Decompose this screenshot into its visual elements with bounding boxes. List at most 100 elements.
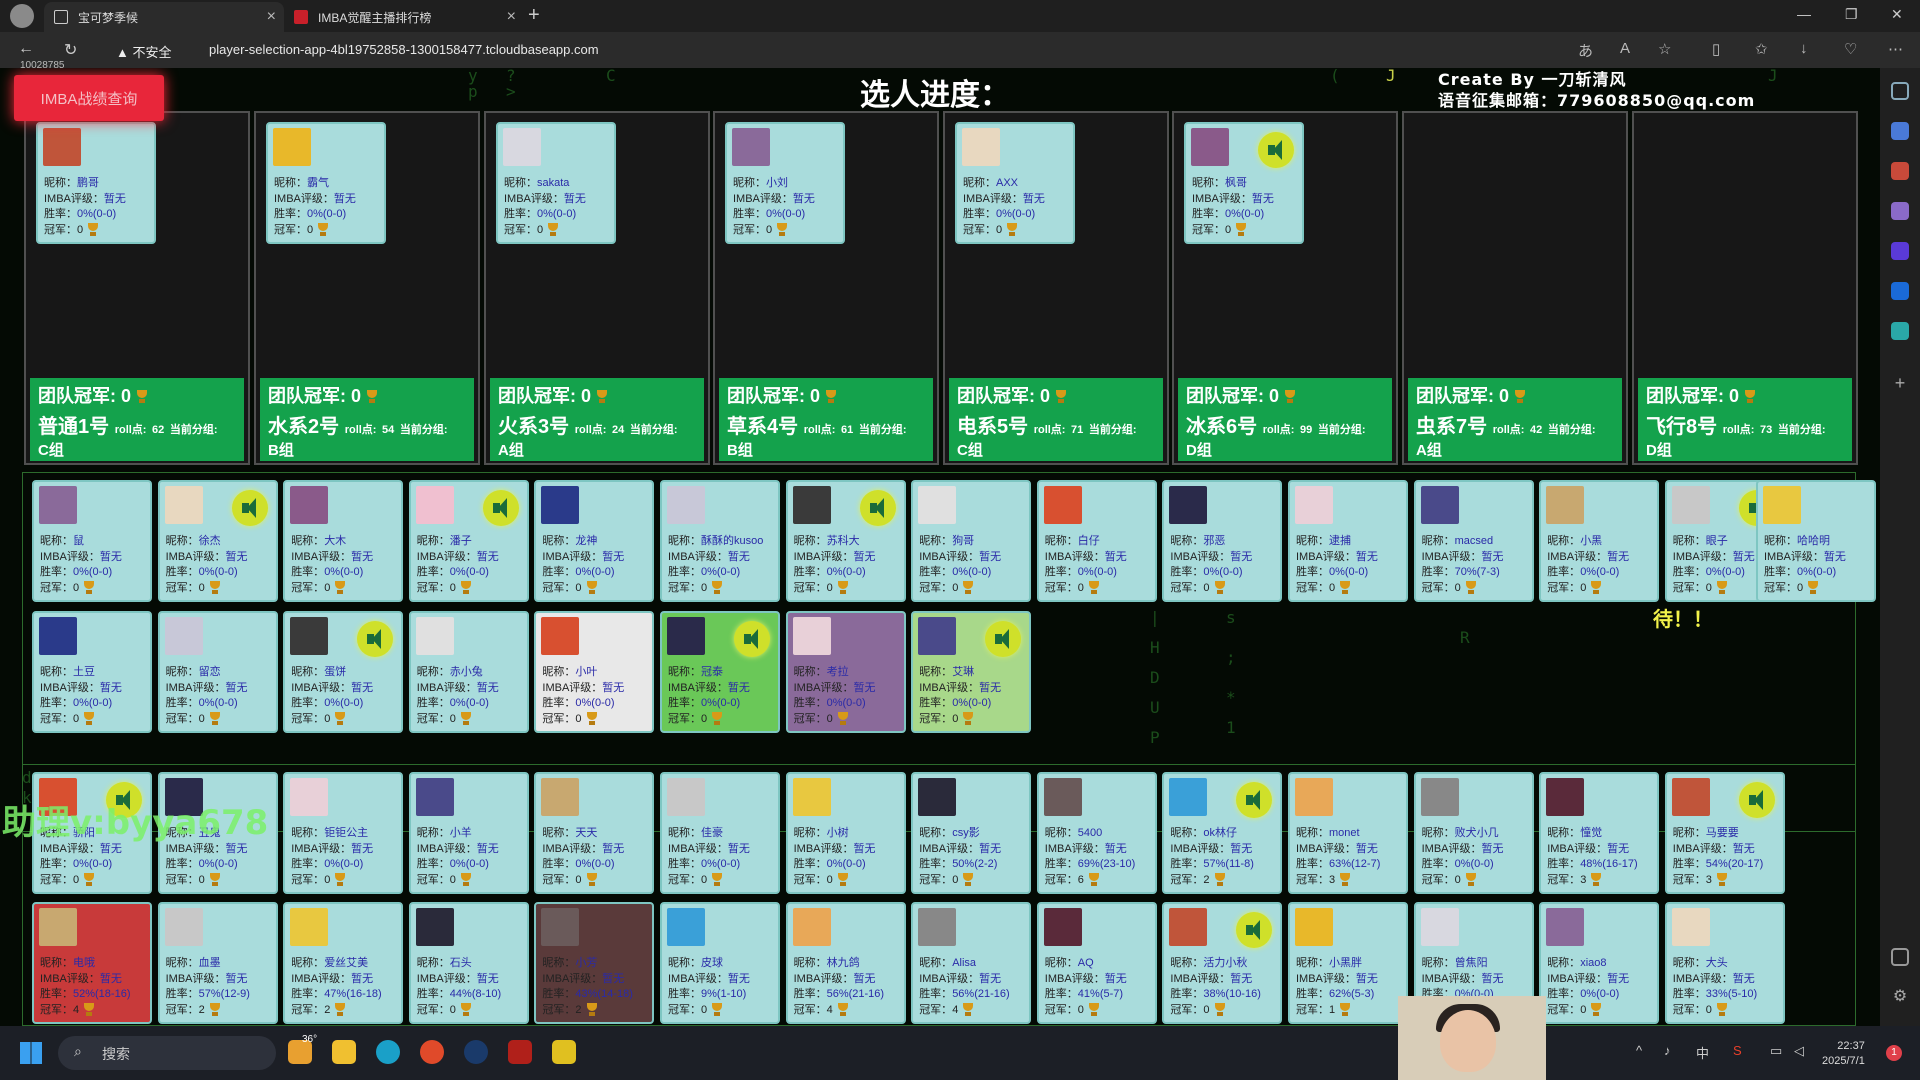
player-card[interactable]: 昵称：狗哥 IMBA评级：暂无 胜率：0%(0-0) 冠军：0 — [911, 480, 1032, 602]
restore-icon[interactable]: ❐ — [1845, 6, 1858, 23]
game-app-icon[interactable] — [552, 1040, 576, 1064]
player-card[interactable]: 昵称：徐杰 IMBA评级：暂无 胜率：0%(0-0) 冠军：0 — [157, 480, 278, 602]
notification-badge[interactable]: 1 — [1886, 1045, 1902, 1061]
edge-icon[interactable] — [376, 1040, 400, 1064]
tab-1[interactable]: 宝可梦季候 × — [44, 2, 284, 32]
games-icon[interactable] — [1891, 202, 1909, 220]
player-card[interactable]: 昵称：马要要 IMBA评级：暂无 胜率：54%(20-17) 冠军：3 — [1664, 772, 1785, 894]
player-card[interactable]: 昵称：小羊 IMBA评级：暂无 胜率：0%(0-0) 冠军：0 — [408, 772, 529, 894]
screenshot-icon[interactable] — [1891, 948, 1909, 966]
download-icon[interactable]: ↓ — [1800, 40, 1808, 57]
translate-icon[interactable]: あ — [1578, 40, 1593, 61]
player-card[interactable]: 昵称：小树 IMBA评级：暂无 胜率：0%(0-0) 冠军：0 — [785, 772, 906, 894]
sogou-icon[interactable]: S — [1733, 1043, 1742, 1058]
player-card[interactable]: 昵称：赤小兔 IMBA评级：暂无 胜率：0%(0-0) 冠军：0 — [408, 611, 529, 733]
player-card[interactable]: 昵称：枫哥 IMBA评级：暂无 胜率：0%(0-0) 冠军：0 — [1184, 122, 1304, 244]
player-card[interactable]: 昵称：霸气 IMBA评级：暂无 胜率：0%(0-0) 冠军：0 — [266, 122, 386, 244]
split-screen-icon[interactable]: ▯ — [1712, 40, 1720, 58]
clock[interactable]: 22:37 2025/7/1 — [1822, 1039, 1865, 1069]
player-card[interactable]: 昵称：小黑胖 IMBA评级：暂无 胜率：62%(5-3) 冠军：1 — [1288, 902, 1408, 1024]
player-card[interactable]: 昵称：石头 IMBA评级：暂无 胜率：44%(8-10) 冠军：0 — [408, 902, 529, 1024]
speaker-icon[interactable] — [734, 621, 770, 657]
close-icon[interactable]: × — [267, 8, 276, 26]
player-card[interactable]: 昵称：xiao8 IMBA评级：暂无 胜率：0%(0-0) 冠军：0 — [1539, 902, 1660, 1024]
player-card[interactable]: 昵称：sakata IMBA评级：暂无 胜率：0%(0-0) 冠军：0 — [496, 122, 616, 244]
favorite-star-icon[interactable]: ☆ — [1658, 40, 1671, 58]
player-card[interactable]: 昵称：血墨 IMBA评级：暂无 胜率：57%(12-9) 冠军：2 — [157, 902, 278, 1024]
player-card[interactable]: 昵称：天天 IMBA评级：暂无 胜率：0%(0-0) 冠军：0 — [534, 772, 655, 894]
file-explorer-icon[interactable] — [332, 1040, 356, 1064]
player-card[interactable]: 昵称：邪恶 IMBA评级：暂无 胜率：0%(0-0) 冠军：0 — [1162, 480, 1283, 602]
player-card[interactable]: 昵称：龙神 IMBA评级：暂无 胜率：0%(0-0) 冠军：0 — [534, 480, 655, 602]
player-card[interactable]: 昵称：AQ IMBA评级：暂无 胜率：41%(5-7) 冠军：0 — [1036, 902, 1157, 1024]
speaker-icon[interactable] — [357, 621, 394, 657]
player-card[interactable]: 昵称：电哦 IMBA评级：暂无 胜率：52%(18-16) 冠军：4 — [32, 902, 152, 1024]
player-card[interactable]: 昵称：冠泰 IMBA评级：暂无 胜率：0%(0-0) 冠军：0 — [660, 611, 780, 733]
office-icon[interactable] — [1891, 242, 1909, 260]
player-card[interactable]: 昵称：林九鸽 IMBA评级：暂无 胜率：56%(21-16) 冠军：4 — [785, 902, 906, 1024]
volume-icon[interactable]: ◁ — [1794, 1043, 1804, 1059]
steam-icon[interactable] — [464, 1040, 488, 1064]
tab-2[interactable]: IMBA觉醒主播排行榜 × — [284, 2, 524, 32]
profile-avatar[interactable] — [10, 4, 34, 28]
speaker-icon[interactable] — [1236, 782, 1273, 818]
player-card[interactable]: 昵称：留恋 IMBA评级：暂无 胜率：0%(0-0) 冠军：0 — [157, 611, 278, 733]
player-card[interactable]: 昵称：白仔 IMBA评级：暂无 胜率：0%(0-0) 冠军：0 — [1036, 480, 1157, 602]
player-card[interactable]: 昵称：哈哈明 IMBA评级：暂无 胜率：0%(0-0) 冠军：0 — [1756, 480, 1876, 602]
new-tab-icon[interactable]: + — [528, 4, 540, 27]
copilot-icon[interactable] — [1891, 122, 1909, 140]
add-icon[interactable]: + — [1891, 374, 1909, 392]
ime-indicator[interactable]: 中 — [1696, 1043, 1709, 1062]
window-close-icon[interactable]: ✕ — [1891, 6, 1903, 23]
windows-start-icon[interactable] — [20, 1042, 42, 1064]
tray-expand-icon[interactable]: ^ — [1636, 1043, 1642, 1058]
player-card[interactable]: 昵称：csy影 IMBA评级：暂无 胜率：50%(2-2) 冠军：0 — [911, 772, 1032, 894]
minimize-icon[interactable]: — — [1797, 6, 1811, 22]
speaker-icon[interactable] — [482, 490, 519, 526]
player-card[interactable]: 昵称：苏科大 IMBA评级：暂无 胜率：0%(0-0) 冠军：0 — [785, 480, 906, 602]
favorites-icon[interactable]: ✩ — [1755, 40, 1768, 58]
app-icon[interactable] — [420, 1040, 444, 1064]
player-card[interactable]: 昵称：爱丝艾美 IMBA评级：暂无 胜率：47%(16-18) 冠军：2 — [283, 902, 404, 1024]
player-card[interactable]: 昵称：考拉 IMBA评级：暂无 胜率：0%(0-0) 冠军：0 — [785, 611, 906, 733]
player-card[interactable]: 昵称：鼠 IMBA评级：暂无 胜率：0%(0-0) 冠军：0 — [32, 480, 152, 602]
player-card[interactable]: 昵称：活力小秋 IMBA评级：暂无 胜率：38%(10-16) 冠军：0 — [1162, 902, 1283, 1024]
back-icon[interactable]: ← — [18, 40, 34, 58]
player-card[interactable]: 昵称：小刘 IMBA评级：暂无 胜率：0%(0-0) 冠军：0 — [725, 122, 845, 244]
player-card[interactable]: 昵称：小黑 IMBA评级：暂无 胜率：0%(0-0) 冠军：0 — [1539, 480, 1660, 602]
player-card[interactable]: 昵称：大头 IMBA评级：暂无 胜率：33%(5-10) 冠军：0 — [1664, 902, 1785, 1024]
player-card[interactable]: 昵称：monet IMBA评级：暂无 胜率：63%(12-7) 冠军：3 — [1288, 772, 1408, 894]
settings-icon[interactable]: ⚙ — [1891, 986, 1909, 1005]
player-card[interactable]: 昵称：潘子 IMBA评级：暂无 胜率：0%(0-0) 冠军：0 — [408, 480, 529, 602]
player-card[interactable]: 昵称：逮捕 IMBA评级：暂无 胜率：0%(0-0) 冠军：0 — [1288, 480, 1408, 602]
player-card[interactable]: 昵称：佳豪 IMBA评级：暂无 胜率：0%(0-0) 冠军：0 — [660, 772, 780, 894]
outlook-icon[interactable] — [1891, 282, 1909, 300]
player-card[interactable]: 昵称：AXX IMBA评级：暂无 胜率：0%(0-0) 冠军：0 — [955, 122, 1075, 244]
player-card[interactable]: 昵称：ok林仔 IMBA评级：暂无 胜率：57%(11-8) 冠军：2 — [1162, 772, 1283, 894]
dota-icon[interactable] — [508, 1040, 532, 1064]
tools-icon[interactable] — [1891, 162, 1909, 180]
player-card[interactable]: 昵称：小叶 IMBA评级：暂无 胜率：0%(0-0) 冠军：0 — [534, 611, 655, 733]
player-card[interactable]: 昵称：Alisa IMBA评级：暂无 胜率：56%(21-16) 冠军：4 — [911, 902, 1032, 1024]
player-card[interactable]: 昵称：皮球 IMBA评级：暂无 胜率：9%(1-10) 冠军：0 — [660, 902, 780, 1024]
player-card[interactable]: 昵称：钜钜公主 IMBA评级：暂无 胜率：0%(0-0) 冠军：0 — [283, 772, 404, 894]
player-card[interactable]: 昵称：憧觉 IMBA评级：暂无 胜率：48%(16-17) 冠军：3 — [1539, 772, 1660, 894]
url-field[interactable]: player-selection-app-4bl19752858-1300158… — [209, 42, 599, 57]
player-card[interactable]: 昵称：蛋饼 IMBA评级：暂无 胜率：0%(0-0) 冠军：0 — [283, 611, 404, 733]
speaker-icon[interactable] — [1236, 912, 1273, 948]
imba-query-button[interactable]: IMBA战绩查询 — [14, 75, 164, 121]
player-card[interactable]: 昵称：土豆 IMBA评级：暂无 胜率：0%(0-0) 冠军：0 — [32, 611, 152, 733]
taskbar-search[interactable]: ⌕ 搜索 — [58, 1036, 276, 1070]
player-card[interactable]: 昵称：酥酥的kusoo IMBA评级：暂无 胜率：0%(0-0) 冠军：0 — [660, 480, 780, 602]
performance-icon[interactable]: ♡ — [1844, 40, 1857, 58]
mic-icon[interactable]: ♪ — [1664, 1043, 1671, 1058]
security-warning[interactable]: ▲ 不安全 — [116, 42, 172, 61]
reload-icon[interactable]: ↻ — [64, 40, 77, 60]
player-card[interactable]: 昵称：macsed IMBA评级：暂无 胜率：70%(7-3) 冠军：0 — [1413, 480, 1534, 602]
speaker-icon[interactable] — [1738, 782, 1775, 818]
search-icon[interactable] — [1891, 82, 1909, 100]
player-card[interactable]: 昵称：艾琳 IMBA评级：暂无 胜率：0%(0-0) 冠军：0 — [911, 611, 1032, 733]
speaker-icon[interactable] — [859, 490, 896, 526]
player-card[interactable]: 昵称：大木 IMBA评级：暂无 胜率：0%(0-0) 冠军：0 — [283, 480, 404, 602]
player-card[interactable]: 昵称：5400 IMBA评级：暂无 胜率：69%(23-10) 冠军：6 — [1036, 772, 1157, 894]
